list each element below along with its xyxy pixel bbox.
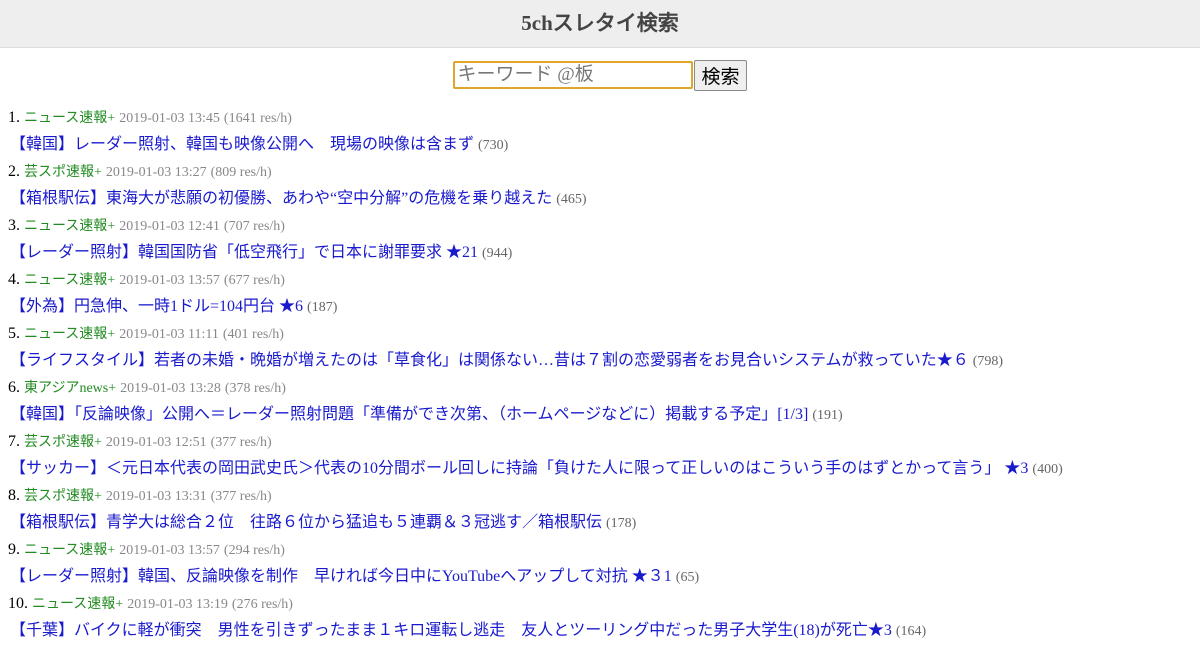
result-meta: 8. 芸スポ速報+ 2019-01-03 13:31 (377 res/h)	[0, 482, 1200, 509]
search-button[interactable]: 検索	[694, 59, 747, 91]
result-title-line: 【レーダー照射】韓国国防省「低空飛行」で日本に謝罪要求 ★21 (944)	[0, 239, 1200, 266]
result-meta: 1. ニュース速報+ 2019-01-03 13:45 (1641 res/h)	[0, 104, 1200, 131]
thread-title-link[interactable]: 【韓国】「反論映像」公開へ＝レーダー照射問題「準備ができ次第、（ホームページなど…	[10, 406, 808, 423]
result-item: 7. 芸スポ速報+ 2019-01-03 12:51 (377 res/h) 【…	[0, 428, 1200, 482]
thread-title-link[interactable]: 【外為】円急伸、一時1ドル=104円台 ★6	[10, 298, 303, 315]
result-rank: 1.	[8, 109, 20, 126]
post-time: 2019-01-03 13:57	[119, 273, 220, 288]
response-count: (400)	[1032, 462, 1063, 477]
thread-title-link[interactable]: 【箱根駅伝】東海大が悲願の初優勝、あわや“空中分解”の危機を乗り越えた	[10, 190, 552, 207]
response-count: (944)	[482, 246, 513, 261]
response-count: (187)	[307, 300, 338, 315]
board-link[interactable]: 芸スポ速報+	[24, 489, 102, 504]
response-count: (164)	[895, 624, 927, 639]
result-title-line: 【韓国】「反論映像」公開へ＝レーダー照射問題「準備ができ次第、（ホームページなど…	[0, 401, 1200, 428]
result-meta: 10. ニュース速報+ 2019-01-03 13:19 (276 res/h)	[0, 590, 1200, 617]
result-title-line: 【韓国】レーダー照射、韓国も映像公開へ 現場の映像は含まず (730)	[0, 131, 1200, 158]
response-count: (191)	[812, 408, 843, 423]
response-count: (798)	[972, 354, 1004, 369]
response-count: (465)	[556, 192, 587, 207]
result-title-line: 【サッカー】＜元日本代表の岡田武史氏＞代表の10分間ボール回しに持論「負けた人に…	[0, 455, 1200, 482]
result-item: 1. ニュース速報+ 2019-01-03 13:45 (1641 res/h)…	[0, 104, 1200, 158]
result-item: 10. ニュース速報+ 2019-01-03 13:19 (276 res/h)…	[0, 590, 1200, 644]
post-time: 2019-01-03 13:31	[105, 489, 207, 504]
post-rate: (677 res/h)	[223, 273, 285, 288]
result-meta: 5. ニュース速報+ 2019-01-03 11:11 (401 res/h)	[0, 320, 1200, 347]
thread-title-link[interactable]: 【韓国】レーダー照射、韓国も映像公開へ 現場の映像は含まず	[10, 136, 474, 153]
result-title-line: 【千葉】バイクに軽が衝突 男性を引きずったまま１キロ運転し逃走 友人とツーリング…	[0, 617, 1200, 644]
post-rate: (378 res/h)	[224, 381, 286, 396]
thread-title-link[interactable]: 【ライフスタイル】若者の未婚・晩婚が増えたのは「草食化」は関係ない…昔は７割の恋…	[10, 352, 969, 369]
thread-title-link[interactable]: 【サッカー】＜元日本代表の岡田武史氏＞代表の10分間ボール回しに持論「負けた人に…	[10, 460, 1028, 477]
board-link[interactable]: 東アジアnews+	[24, 381, 116, 396]
board-link[interactable]: ニュース速報+	[24, 543, 115, 558]
result-item: 3. ニュース速報+ 2019-01-03 12:41 (707 res/h) …	[0, 212, 1200, 266]
result-rank: 6.	[8, 379, 20, 396]
post-time: 2019-01-03 13:19	[127, 597, 228, 612]
board-link[interactable]: ニュース速報+	[32, 597, 123, 612]
result-meta: 7. 芸スポ速報+ 2019-01-03 12:51 (377 res/h)	[0, 428, 1200, 455]
thread-title-link[interactable]: 【箱根駅伝】青学大は総合２位 往路６位から猛追も５連覇＆３冠逃す／箱根駅伝	[10, 514, 602, 531]
result-item: 6. 東アジアnews+ 2019-01-03 13:28 (378 res/h…	[0, 374, 1200, 428]
post-rate: (401 res/h)	[222, 327, 284, 342]
post-time: 2019-01-03 12:41	[119, 219, 220, 234]
board-link[interactable]: ニュース速報+	[24, 327, 115, 342]
result-rank: 3.	[8, 217, 20, 234]
search-bar: 検索	[0, 59, 1200, 91]
post-time: 2019-01-03 11:11	[119, 327, 219, 342]
post-time: 2019-01-03 12:51	[105, 435, 207, 450]
result-item: 5. ニュース速報+ 2019-01-03 11:11 (401 res/h) …	[0, 320, 1200, 374]
board-link[interactable]: 芸スポ速報+	[24, 165, 102, 180]
post-rate: (707 res/h)	[223, 219, 285, 234]
result-title-line: 【箱根駅伝】青学大は総合２位 往路６位から猛追も５連覇＆３冠逃す／箱根駅伝 (1…	[0, 509, 1200, 536]
board-link[interactable]: 芸スポ速報+	[24, 435, 102, 450]
result-rank: 8.	[8, 487, 20, 504]
thread-title-link[interactable]: 【レーダー照射】韓国、反論映像を制作 早ければ今日中にYouTubeへアップして…	[10, 568, 672, 585]
search-input[interactable]	[453, 61, 694, 89]
result-list: 1. ニュース速報+ 2019-01-03 13:45 (1641 res/h)…	[0, 104, 1200, 644]
post-rate: (809 res/h)	[210, 165, 272, 180]
post-rate: (276 res/h)	[231, 597, 293, 612]
result-title-line: 【外為】円急伸、一時1ドル=104円台 ★6 (187)	[0, 293, 1200, 320]
result-meta: 6. 東アジアnews+ 2019-01-03 13:28 (378 res/h…	[0, 374, 1200, 401]
post-time: 2019-01-03 13:27	[105, 165, 207, 180]
result-rank: 2.	[8, 163, 20, 180]
post-time: 2019-01-03 13:45	[119, 111, 220, 126]
result-meta: 4. ニュース速報+ 2019-01-03 13:57 (677 res/h)	[0, 266, 1200, 293]
board-link[interactable]: ニュース速報+	[24, 273, 115, 288]
response-count: (178)	[606, 516, 637, 531]
result-rank: 4.	[8, 271, 20, 288]
post-time: 2019-01-03 13:57	[119, 543, 220, 558]
post-rate: (377 res/h)	[210, 489, 272, 504]
result-meta: 2. 芸スポ速報+ 2019-01-03 13:27 (809 res/h)	[0, 158, 1200, 185]
result-title-line: 【レーダー照射】韓国、反論映像を制作 早ければ今日中にYouTubeへアップして…	[0, 563, 1200, 590]
board-link[interactable]: ニュース速報+	[24, 219, 115, 234]
result-rank: 10.	[8, 595, 28, 612]
response-count: (65)	[675, 570, 700, 585]
result-rank: 9.	[8, 541, 20, 558]
post-rate: (1641 res/h)	[223, 111, 292, 126]
result-meta: 3. ニュース速報+ 2019-01-03 12:41 (707 res/h)	[0, 212, 1200, 239]
result-item: 9. ニュース速報+ 2019-01-03 13:57 (294 res/h) …	[0, 536, 1200, 590]
result-item: 2. 芸スポ速報+ 2019-01-03 13:27 (809 res/h) 【…	[0, 158, 1200, 212]
thread-title-link[interactable]: 【レーダー照射】韓国国防省「低空飛行」で日本に謝罪要求 ★21	[10, 244, 478, 261]
result-meta: 9. ニュース速報+ 2019-01-03 13:57 (294 res/h)	[0, 536, 1200, 563]
result-rank: 7.	[8, 433, 20, 450]
result-item: 4. ニュース速報+ 2019-01-03 13:57 (677 res/h) …	[0, 266, 1200, 320]
post-rate: (294 res/h)	[223, 543, 285, 558]
post-rate: (377 res/h)	[210, 435, 272, 450]
page-header: 5chスレタイ検索	[0, 0, 1200, 48]
response-count: (730)	[478, 138, 509, 153]
page-title: 5chスレタイ検索	[521, 11, 679, 35]
result-title-line: 【箱根駅伝】東海大が悲願の初優勝、あわや“空中分解”の危機を乗り越えた (465…	[0, 185, 1200, 212]
board-link[interactable]: ニュース速報+	[24, 111, 115, 126]
post-time: 2019-01-03 13:28	[120, 381, 221, 396]
result-rank: 5.	[8, 325, 20, 342]
result-title-line: 【ライフスタイル】若者の未婚・晩婚が増えたのは「草食化」は関係ない…昔は７割の恋…	[0, 347, 1200, 374]
thread-title-link[interactable]: 【千葉】バイクに軽が衝突 男性を引きずったまま１キロ運転し逃走 友人とツーリング…	[10, 622, 892, 639]
result-item: 8. 芸スポ速報+ 2019-01-03 13:31 (377 res/h) 【…	[0, 482, 1200, 536]
